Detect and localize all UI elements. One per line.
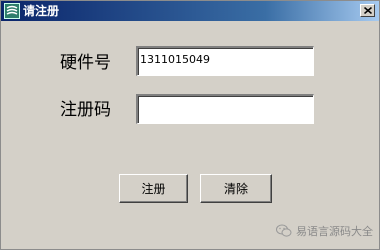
wechat-icon [276,224,292,237]
register-code-field[interactable] [136,94,314,124]
watermark: 易语言源码大全 [276,223,373,239]
app-icon [4,3,20,19]
register-code-label: 注册码 [60,100,111,120]
watermark-text: 易语言源码大全 [296,225,373,238]
register-dialog: 请注册 硬件号 1311015049 注册码 注册 清除 易语言源码大全 [0,0,380,250]
title-bar[interactable]: 请注册 [1,1,379,21]
close-icon [363,7,372,14]
hardware-id-label: 硬件号 [60,53,111,73]
register-button[interactable]: 注册 [119,174,188,203]
close-button[interactable] [360,4,375,17]
hardware-id-field[interactable]: 1311015049 [136,46,314,76]
window-title: 请注册 [23,4,60,18]
clear-button[interactable]: 清除 [200,174,272,203]
